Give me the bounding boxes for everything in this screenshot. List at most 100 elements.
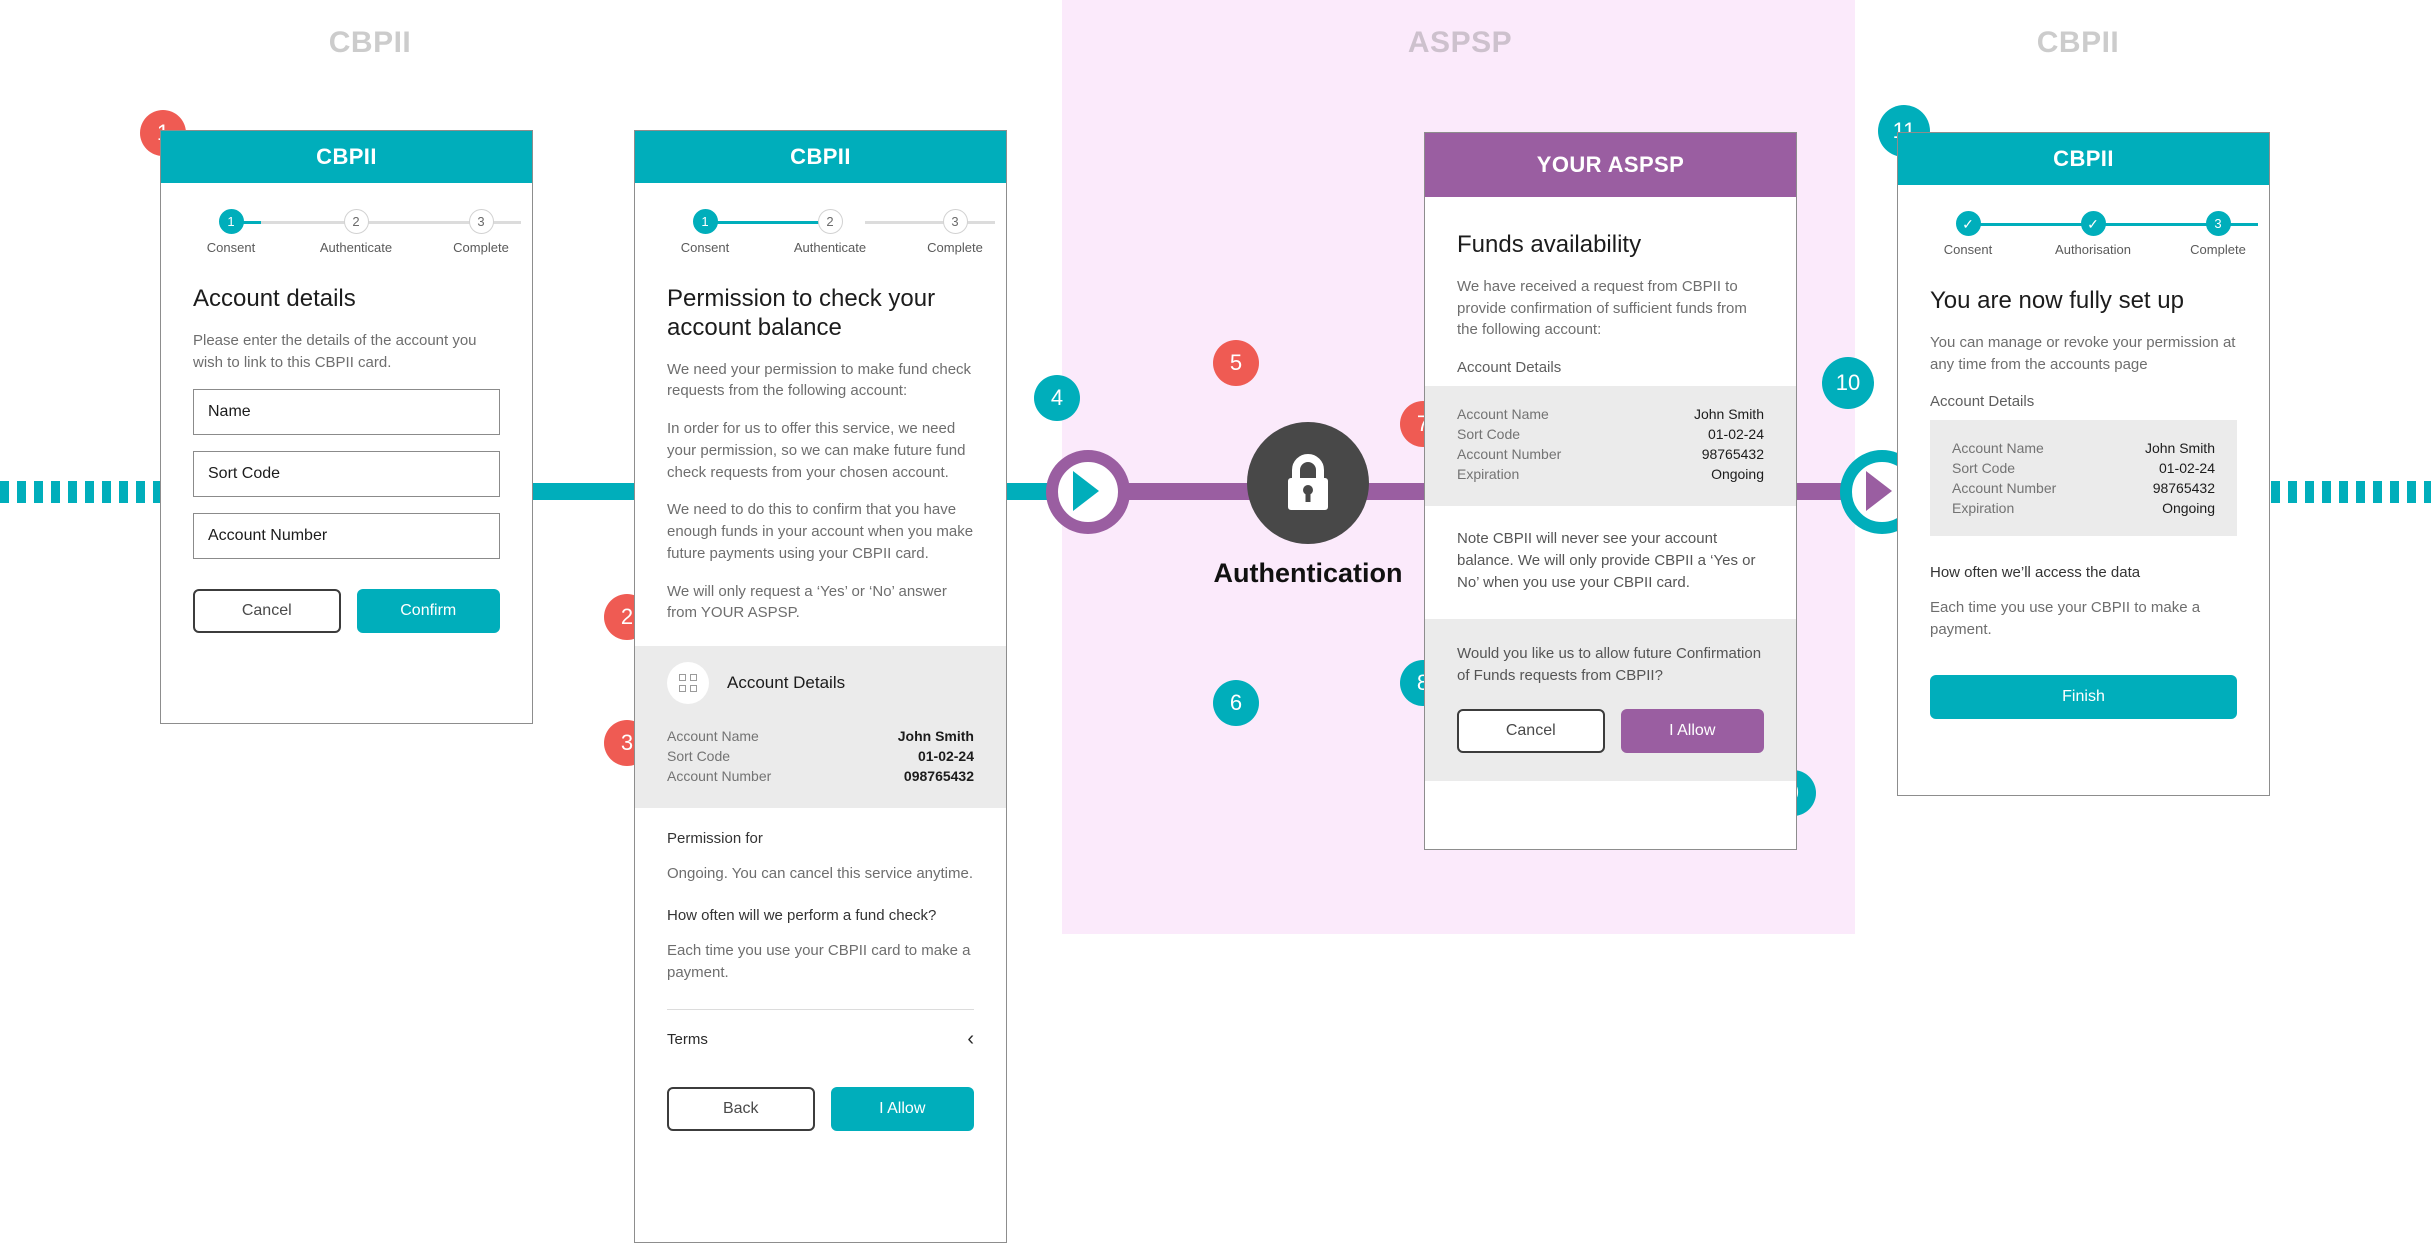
- table-row: Expiration Ongoing: [1952, 498, 2215, 518]
- card1-step-consent[interactable]: 1 Consent: [176, 209, 286, 255]
- card4-row2-val: 98765432: [2152, 480, 2215, 497]
- card1-step-complete[interactable]: 3 Complete: [426, 209, 536, 255]
- card4-account-table: Account Name John Smith Sort Code 01-02-…: [1952, 438, 2215, 518]
- card4-step-authorisation[interactable]: ✓ Authorisation: [2038, 211, 2148, 257]
- back-button[interactable]: Back: [667, 1087, 815, 1132]
- card4-step-dot-2: ✓: [2080, 211, 2106, 236]
- terms-row[interactable]: Terms ‹: [667, 1028, 974, 1051]
- card4-step-complete[interactable]: 3 Complete: [2163, 211, 2273, 257]
- card2-permission-text: Ongoing. You can cancel this service any…: [667, 865, 974, 883]
- card2-row2-key: Account Number: [667, 768, 772, 785]
- card4-step-dot-1: ✓: [1955, 211, 1981, 236]
- card2-divider: [667, 1009, 974, 1011]
- card-funds-availability: YOUR ASPSP Funds availability We have re…: [1424, 132, 1797, 850]
- card1-stepper: 1 Consent 2 Authenticate 3 Complete: [201, 209, 521, 263]
- card2-step-dot-1: 1: [692, 209, 718, 234]
- card1-step-dot-1: 1: [218, 209, 244, 234]
- card3-intro: We have received a request from CBPII to…: [1457, 277, 1747, 339]
- card2-row0-key: Account Name: [667, 728, 759, 745]
- card1-step-label-2: Authenticate: [319, 240, 393, 255]
- card2-step-label-2: Authenticate: [793, 240, 867, 255]
- cancel-button-aspsp[interactable]: Cancel: [1457, 708, 1605, 753]
- card3-row0-val: John Smith: [1693, 406, 1764, 423]
- cancel-button[interactable]: Cancel: [193, 589, 341, 634]
- card3-row3-val: Ongoing: [1711, 466, 1764, 483]
- allow-button-cbpii[interactable]: I Allow: [830, 1087, 974, 1132]
- card4-row1-key: Sort Code: [1952, 460, 2016, 477]
- card3-header: YOUR ASPSP: [1425, 133, 1796, 197]
- sort-code-input[interactable]: Sort Code: [193, 451, 500, 498]
- card2-step-dot-2: 2: [817, 209, 843, 234]
- dashed-rail-left: [0, 481, 160, 503]
- card4-header: CBPII: [1898, 133, 2269, 185]
- badge-5: 5: [1213, 340, 1259, 386]
- table-row: Account Name John Smith: [1952, 438, 2215, 458]
- card4-step-consent[interactable]: ✓ Consent: [1913, 211, 2023, 257]
- card4-step-label-3: Complete: [2190, 242, 2246, 257]
- card2-account-header: Account Details: [635, 646, 1006, 709]
- terms-label: Terms: [667, 1031, 708, 1049]
- dashed-rail-right: [2271, 481, 2431, 503]
- card4-intro: You can manage or revoke your permission…: [1930, 333, 2236, 373]
- card3-button-row: Cancel I Allow: [1457, 708, 1764, 753]
- card2-permission-head: Permission for: [667, 830, 763, 848]
- card3-account-details-label: Account Details: [1457, 359, 1562, 377]
- card2-step-consent[interactable]: 1 Consent: [650, 209, 760, 255]
- card4-frequency-head: How often we’ll access the data: [1930, 564, 2141, 582]
- card4-stepper: ✓ Consent ✓ Authorisation 3 Complete: [1938, 211, 2258, 265]
- card4-title: You are now fully set up: [1930, 287, 2184, 314]
- card1-step-dot-3: 3: [468, 209, 494, 234]
- card2-header: CBPII: [635, 131, 1006, 183]
- card4-step-dot-3: 3: [2205, 211, 2231, 236]
- card2-stepper: 1 Consent 2 Authenticate 3 Complete: [675, 209, 995, 263]
- card1-intro: Please enter the details of the account …: [193, 331, 477, 371]
- diagram-canvas: CBPII ASPSP CBPII Authentication 1 2 3 4…: [0, 0, 2431, 1243]
- zone-label-aspsp: ASPSP: [1407, 26, 1513, 59]
- badge-4: 4: [1034, 375, 1080, 421]
- card3-row1-val: 01-02-24: [1707, 426, 1764, 443]
- name-input[interactable]: Name: [193, 389, 500, 436]
- grid-icon: [667, 662, 709, 705]
- allow-button-aspsp[interactable]: I Allow: [1620, 708, 1764, 753]
- lock-icon-circle: [1247, 422, 1369, 544]
- table-row: Account Number 098765432: [667, 766, 974, 786]
- card-complete: CBPII ✓ Consent ✓ Authorisation 3 Comple…: [1897, 132, 2270, 796]
- card2-step-complete[interactable]: 3 Complete: [900, 209, 1010, 255]
- card2-frequency-text: Each time you use your CBPII card to mak…: [667, 941, 971, 981]
- card2-account-table: Account Name John Smith Sort Code 01-02-…: [667, 726, 974, 786]
- table-row: Account Number 98765432: [1952, 478, 2215, 498]
- table-row: Sort Code 01-02-24: [1952, 458, 2215, 478]
- card1-step-authenticate[interactable]: 2 Authenticate: [301, 209, 411, 255]
- card4-step-label-2: Authorisation: [2055, 242, 2131, 257]
- card2-step-label-1: Consent: [680, 240, 730, 255]
- card2-para-1: We need your permission to make fund che…: [667, 360, 972, 400]
- card-permission: CBPII 1 Consent 2 Authenticate 3 Complet…: [634, 130, 1007, 1243]
- card1-step-label-3: Complete: [453, 240, 509, 255]
- connector-bar-teal-left: [533, 483, 643, 500]
- card2-account-panel: Account Details Account Name John Smith …: [635, 646, 1006, 809]
- card3-question: Would you like us to allow future Confir…: [1457, 645, 1762, 685]
- confirm-button[interactable]: Confirm: [356, 589, 500, 634]
- card4-button-row: Finish: [1930, 674, 2237, 719]
- card2-row1-key: Sort Code: [667, 748, 731, 765]
- table-row: Account Name John Smith: [1457, 404, 1764, 424]
- card4-row0-val: John Smith: [2144, 440, 2215, 457]
- card2-step-authenticate[interactable]: 2 Authenticate: [775, 209, 885, 255]
- card3-row0-key: Account Name: [1457, 406, 1549, 423]
- account-number-input[interactable]: Account Number: [193, 513, 500, 560]
- card1-title: Account details: [193, 285, 356, 312]
- card4-step-label-1: Consent: [1943, 242, 1993, 257]
- arrowhead-purple-right: [1866, 471, 1892, 511]
- card3-title: Funds availability: [1457, 231, 1642, 258]
- card3-note: Note CBPII will never see your account b…: [1457, 530, 1756, 591]
- card2-row1-val: 01-02-24: [917, 748, 974, 765]
- card3-account-table-wrap: Account Name John Smith Sort Code 01-02-…: [1425, 386, 1796, 507]
- chevron-left-icon[interactable]: ‹: [967, 1028, 974, 1051]
- finish-button[interactable]: Finish: [1930, 674, 2237, 719]
- authentication-node: Authentication: [1178, 422, 1438, 589]
- card4-row0-key: Account Name: [1952, 440, 2044, 457]
- card1-button-row: Cancel Confirm: [193, 589, 500, 634]
- arrowhead-teal-left: [1073, 471, 1099, 511]
- card1-step-label-1: Consent: [206, 240, 256, 255]
- card3-row1-key: Sort Code: [1457, 426, 1521, 443]
